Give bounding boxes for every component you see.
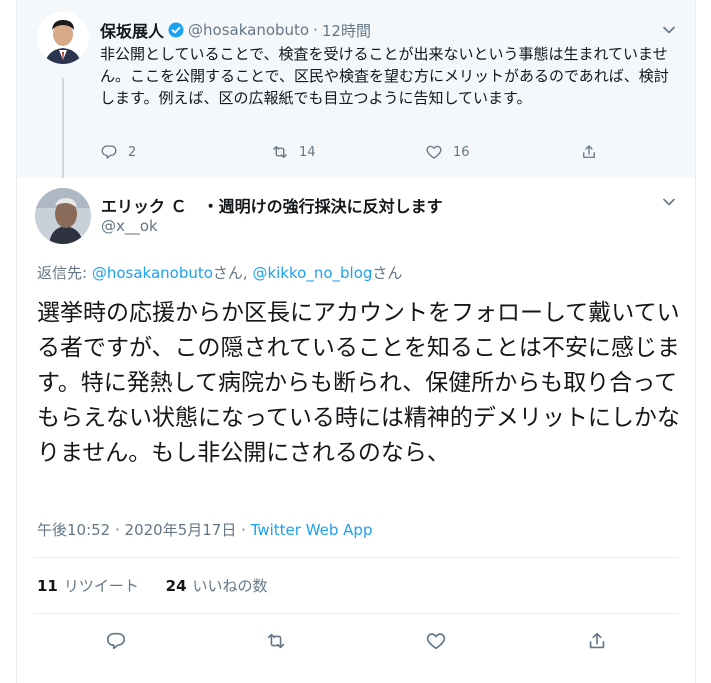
tweet-time[interactable]: 12時間: [322, 20, 371, 41]
reply-icon: [101, 145, 117, 159]
mention-link[interactable]: @kikko_no_blog: [252, 264, 372, 282]
likes-label: いいねの数: [192, 577, 268, 595]
retweet-count: 14: [299, 144, 316, 160]
tweet-metadata: 午後10:52 · 2020年5月17日 · Twitter Web App: [37, 519, 372, 540]
author-handle[interactable]: @x__ok: [101, 217, 158, 235]
retweet-icon: [267, 633, 285, 649]
likes-stat[interactable]: 24 いいねの数: [166, 577, 268, 595]
retweets-label: リツイート: [63, 577, 139, 595]
parent-tweet-header: 保坂展人 @hosakanobuto · 12時間: [100, 18, 371, 42]
replying-suffix: さん,: [212, 264, 253, 282]
replying-suffix: さん: [372, 264, 403, 282]
parent-tweet-actions: 2 14 16: [100, 143, 600, 167]
parent-tweet-text: 非公開としていることで、検査を受けることが出来ないという事態は生まれていません。…: [100, 45, 669, 107]
avatar[interactable]: [35, 188, 91, 244]
share-icon: [589, 632, 605, 649]
chevron-down-icon[interactable]: [663, 26, 675, 34]
divider: [33, 557, 679, 558]
retweet-icon: [273, 146, 287, 158]
reply-button[interactable]: 2: [100, 143, 136, 161]
share-icon: [583, 145, 595, 158]
replying-to: 返信先: @hosakanobutoさん, @kikko_no_blogさん: [37, 262, 402, 283]
retweet-button[interactable]: [265, 630, 287, 656]
mention-link[interactable]: @hosakanobuto: [92, 264, 213, 282]
engagement-stats: 11 リツイート 24 いいねの数: [37, 575, 268, 596]
tweet-timestamp[interactable]: 午後10:52 · 2020年5月17日 ·: [37, 521, 251, 539]
retweets-count: 11: [37, 577, 58, 595]
heart-icon: [426, 633, 446, 650]
tweet-frame: 保坂展人 @hosakanobuto · 12時間 非公開としていることで、検査…: [16, 0, 696, 683]
chevron-down-icon[interactable]: [663, 198, 675, 206]
retweets-stat[interactable]: 11 リツイート: [37, 577, 139, 595]
share-button[interactable]: [586, 630, 608, 656]
reply-button[interactable]: [105, 630, 127, 656]
author-name[interactable]: 保坂展人: [100, 18, 164, 42]
avatar[interactable]: [37, 12, 89, 64]
heart-icon: [426, 145, 442, 159]
thread-connector-line: [62, 78, 64, 178]
retweet-button[interactable]: 14: [271, 143, 316, 161]
verified-badge-icon: [168, 22, 184, 38]
divider: [33, 613, 679, 614]
replying-label: 返信先:: [37, 264, 92, 282]
like-button[interactable]: 16: [425, 143, 470, 161]
parent-tweet[interactable]: 保坂展人 @hosakanobuto · 12時間 非公開としていることで、検査…: [17, 0, 695, 178]
source-app-link[interactable]: Twitter Web App: [251, 521, 373, 539]
reply-count: 2: [128, 144, 137, 160]
dot-separator: ·: [313, 21, 318, 39]
likes-count: 24: [165, 577, 187, 595]
author-handle[interactable]: @hosakanobuto: [188, 21, 309, 39]
main-tweet-text: 選挙時の応援からか区長にアカウントをフォローして戴いている者ですが、この隠されて…: [37, 300, 680, 466]
author-name[interactable]: エリック Ｃ ・週明けの強行採決に反対します: [101, 193, 443, 217]
like-button[interactable]: [425, 630, 447, 656]
share-button[interactable]: [580, 143, 598, 161]
like-count: 16: [453, 144, 470, 160]
reply-icon: [106, 632, 126, 650]
main-tweet-actions: [17, 630, 695, 660]
